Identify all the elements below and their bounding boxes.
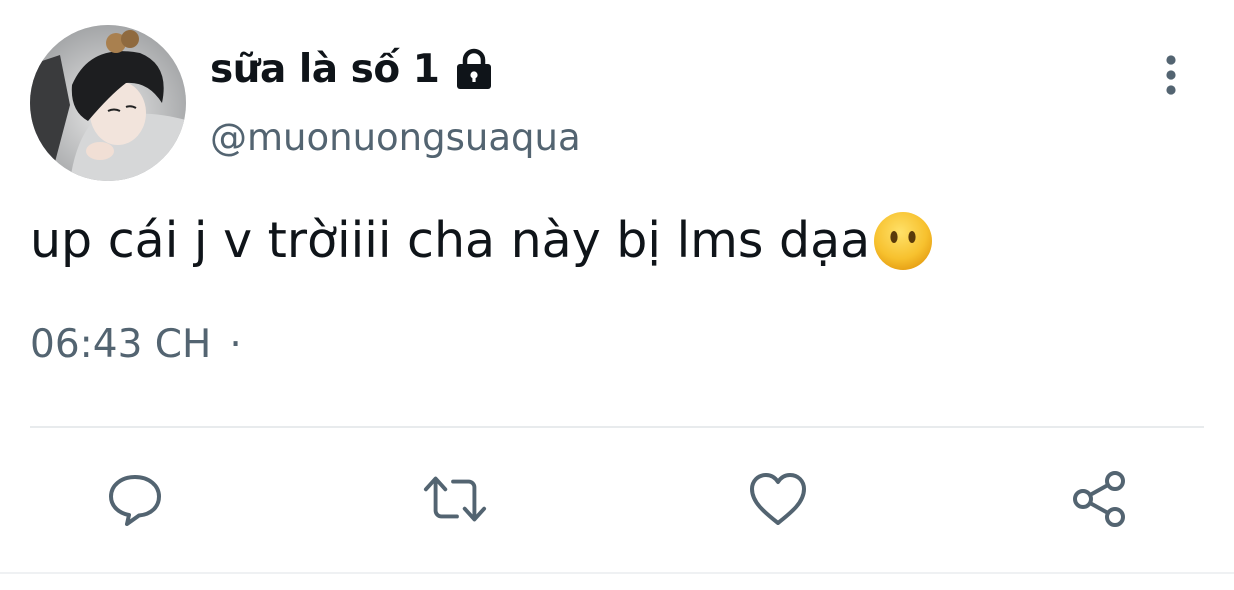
share-icon <box>1073 471 1125 527</box>
display-name[interactable]: sữa là số 1 <box>210 47 440 92</box>
meta-separator: · <box>229 322 242 367</box>
bottom-divider <box>0 572 1234 574</box>
lock-icon <box>451 46 497 92</box>
more-vertical-icon <box>1166 55 1176 95</box>
retweet-icon <box>423 476 487 522</box>
more-button[interactable] <box>1148 50 1194 100</box>
share-button[interactable] <box>1066 466 1132 532</box>
tweet-meta: 06:43 CH · <box>30 322 242 367</box>
retweet-button[interactable] <box>422 466 488 532</box>
author-name-row: sữa là số 1 <box>210 38 497 100</box>
reply-button[interactable] <box>102 466 168 532</box>
heart-icon <box>750 473 806 525</box>
tweet-text: up cái j v trờiiii cha này bị lms dạa <box>30 208 934 274</box>
tweet-card: sữa là số 1 @muonuongsuaqua up cái j v t… <box>0 0 1234 590</box>
reply-icon <box>109 475 161 526</box>
author-handle[interactable]: @muonuongsuaqua <box>210 116 581 159</box>
face-without-mouth-icon <box>872 210 934 272</box>
avatar-photo <box>30 25 186 181</box>
divider <box>30 426 1204 428</box>
tweet-body: up cái j v trờiiii cha này bị lms dạa <box>30 212 871 269</box>
tweet-time[interactable]: 06:43 CH <box>30 322 211 367</box>
avatar[interactable] <box>30 25 186 181</box>
like-button[interactable] <box>745 466 811 532</box>
